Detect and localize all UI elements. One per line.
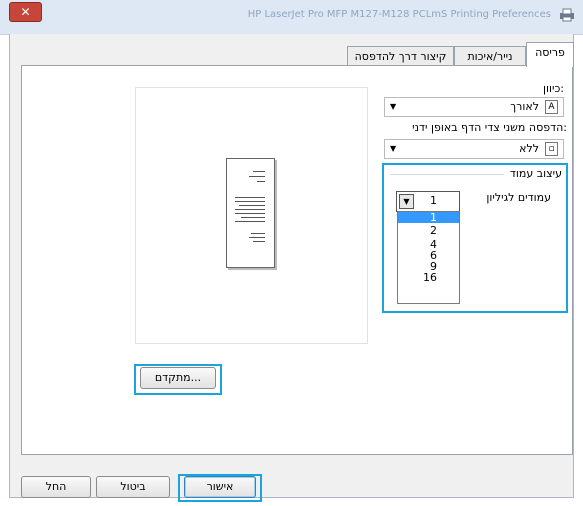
list-item[interactable]: 2: [398, 223, 459, 239]
advanced-button[interactable]: מתקדם...: [140, 367, 216, 389]
list-item[interactable]: 1: [398, 212, 459, 223]
pages-per-sheet-label: עמודים לגיליון: [486, 191, 551, 204]
chevron-down-icon: ▼: [390, 102, 397, 111]
page-format-divider: [390, 174, 504, 175]
list-item[interactable]: 4: [398, 239, 459, 250]
orientation-value: לאורך: [510, 100, 539, 113]
list-item[interactable]: 16: [398, 272, 459, 283]
pages-per-sheet-dropdown[interactable]: 1 2 4 6 9 16: [397, 211, 460, 304]
preview-page-icon: [226, 158, 275, 268]
duplex-page-icon: ▫: [545, 142, 558, 156]
window-title: HP LaserJet Pro MFP M127-M128 PCLmS Prin…: [247, 9, 551, 20]
tab-print-shortcut[interactable]: קיצור דרך להדפסה: [347, 46, 454, 66]
duplex-value: ללא: [519, 142, 539, 155]
cancel-button[interactable]: ביטול: [96, 476, 170, 498]
pages-per-sheet-select[interactable]: 1 ▼: [396, 191, 460, 212]
pages-per-sheet-value: 1: [430, 194, 437, 207]
tab-paper-quality[interactable]: נייר/איכות: [454, 46, 526, 66]
chevron-down-icon: ▼: [390, 144, 397, 153]
chevron-down-icon[interactable]: ▼: [399, 194, 414, 209]
orientation-label: כיוון:: [543, 82, 564, 95]
duplex-label: הדפסה משני צדי הדף באופן ידני:: [412, 121, 567, 134]
close-button[interactable]: ✕: [9, 2, 42, 22]
list-item[interactable]: 6: [398, 250, 459, 261]
page-format-group-label: עיצוב עמוד: [509, 167, 562, 180]
apply-button[interactable]: החל: [21, 476, 91, 498]
orientation-select[interactable]: A לאורך ▼: [384, 97, 564, 117]
duplex-select[interactable]: ▫ ללא ▼: [384, 139, 564, 159]
portrait-page-icon: A: [545, 100, 558, 114]
printer-icon: [559, 8, 575, 22]
ok-button[interactable]: אישור: [184, 476, 256, 498]
tab-layout[interactable]: פריסה: [526, 42, 574, 67]
